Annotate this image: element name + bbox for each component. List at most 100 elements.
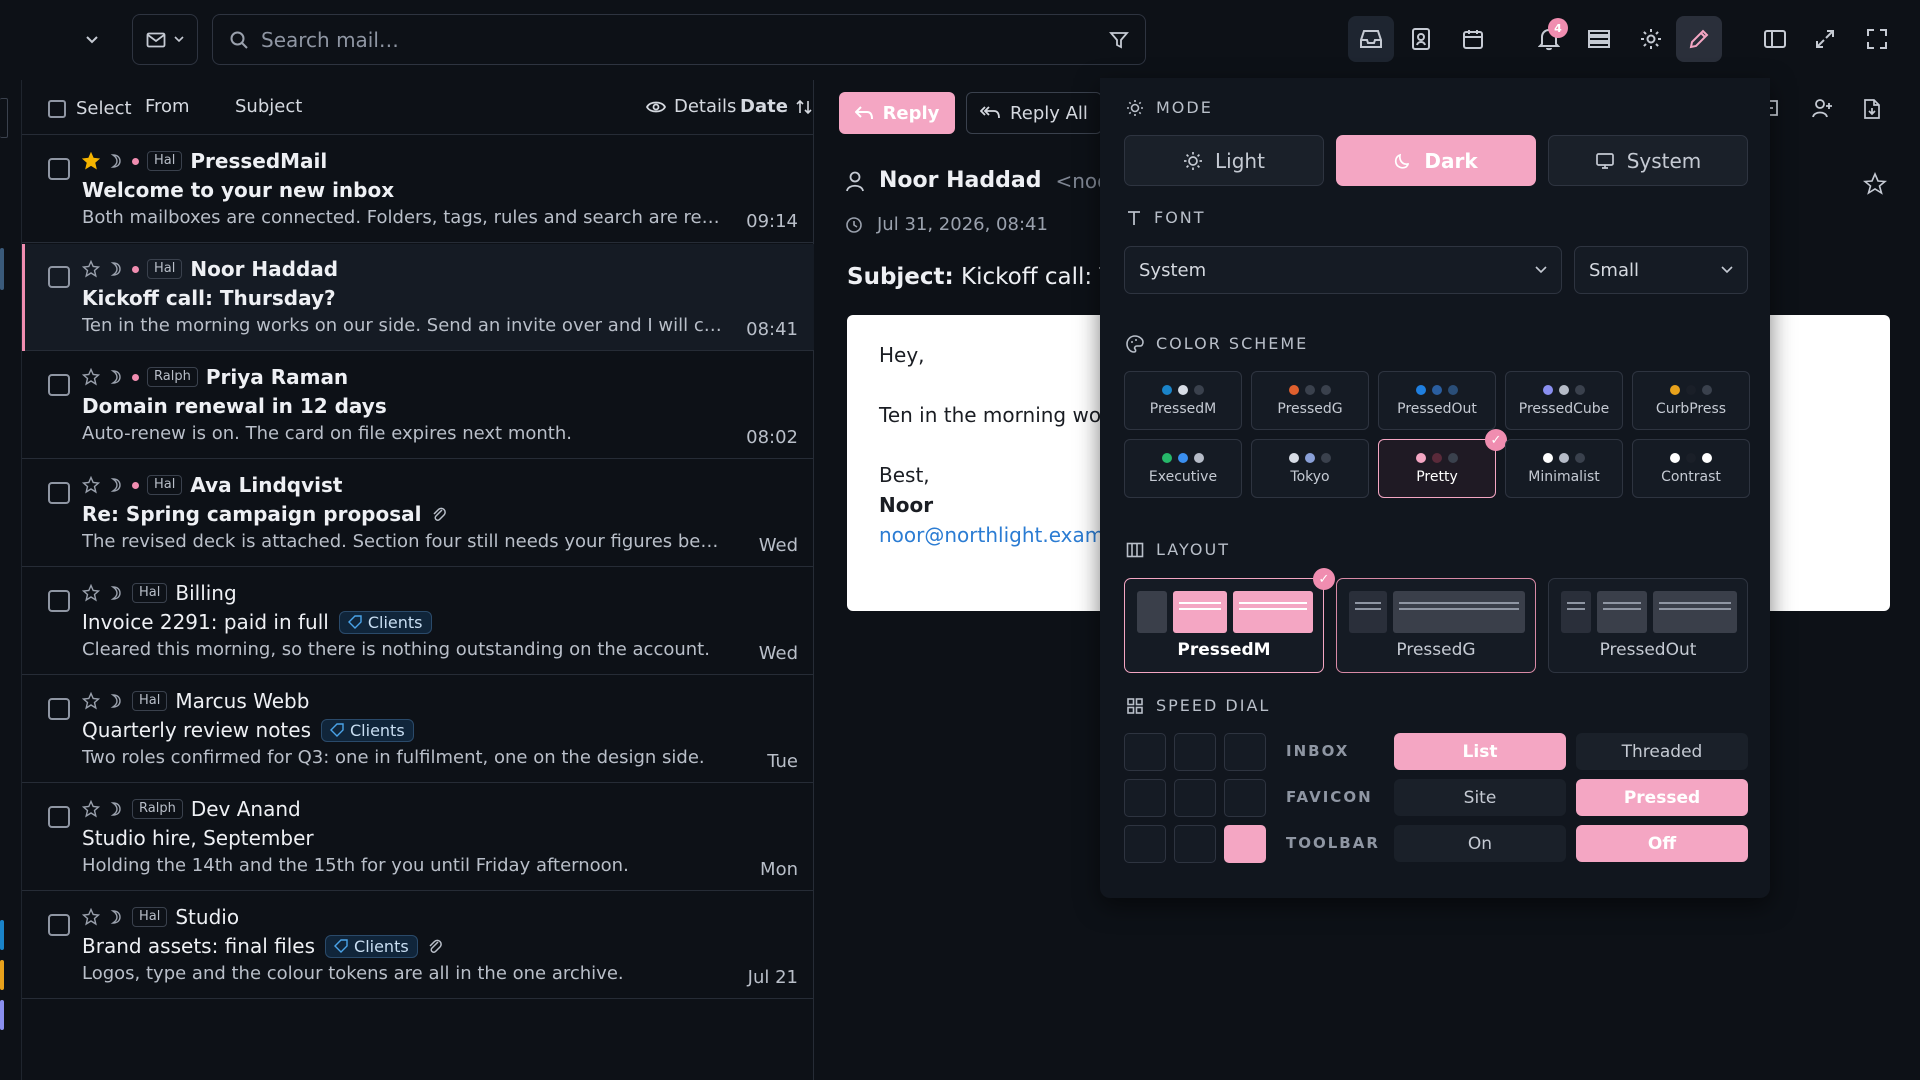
- color-scheme-option[interactable]: PressedG: [1251, 371, 1369, 430]
- reply-all-button[interactable]: Reply All: [966, 92, 1102, 134]
- speed-dial-slot[interactable]: [1224, 779, 1266, 817]
- filter-icon[interactable]: [1109, 30, 1129, 50]
- row-checkbox[interactable]: [48, 590, 70, 612]
- layout-option[interactable]: PressedG: [1336, 578, 1536, 673]
- select-all-checkbox[interactable]: [48, 99, 66, 118]
- settings-button[interactable]: [1628, 16, 1674, 62]
- speed-dial-toolbar-option[interactable]: On: [1394, 825, 1566, 862]
- message-row[interactable]: Hal PressedMail Welcome to your new inbox B…: [22, 136, 814, 243]
- star-icon[interactable]: [82, 260, 100, 278]
- speed-dial-slot[interactable]: [1124, 779, 1166, 817]
- row-checkbox[interactable]: [48, 806, 70, 828]
- speed-dial-favicon-option[interactable]: Site: [1394, 779, 1566, 816]
- speed-dial-toolbar-option[interactable]: Off: [1576, 825, 1748, 862]
- speed-dial-slot[interactable]: [1174, 779, 1216, 817]
- message-row[interactable]: Hal Studio Brand assets: final files Client…: [22, 892, 814, 999]
- tag-badge[interactable]: Clients: [338, 610, 432, 634]
- star-icon[interactable]: [82, 368, 100, 386]
- message-row[interactable]: Ralph Priya Raman Domain renewal in 12 day…: [22, 352, 814, 459]
- speed-dial-slot[interactable]: [1224, 733, 1266, 771]
- add-contact-icon[interactable]: [1812, 98, 1834, 118]
- rail-item[interactable]: [0, 248, 4, 290]
- speed-dial-slot[interactable]: [1224, 825, 1266, 863]
- speed-dial-slot[interactable]: [1174, 733, 1216, 771]
- star-icon[interactable]: [82, 152, 100, 170]
- snooze-icon[interactable]: [108, 260, 124, 278]
- row-checkbox[interactable]: [48, 698, 70, 720]
- sort-date[interactable]: Date: [740, 96, 812, 117]
- rail-item[interactable]: [0, 98, 8, 138]
- speed-dial-slot[interactable]: [1174, 825, 1216, 863]
- snooze-icon[interactable]: [108, 368, 124, 386]
- export-icon[interactable]: [1863, 98, 1881, 120]
- snooze-icon[interactable]: [108, 476, 124, 494]
- font-size-select[interactable]: Small: [1574, 246, 1748, 294]
- message-row[interactable]: Hal Marcus Webb Quarterly review notes Clie…: [22, 676, 814, 783]
- font-family-select[interactable]: System: [1124, 246, 1562, 294]
- layout-option[interactable]: PressedOut: [1548, 578, 1748, 673]
- notifications-button[interactable]: 4: [1526, 16, 1572, 62]
- message-row[interactable]: Ralph Dev Anand Studio hire, September Hold…: [22, 784, 814, 891]
- star-icon[interactable]: [82, 908, 100, 926]
- message-row[interactable]: Hal Noor Haddad Kickoff call: Thursday? Ten…: [22, 244, 814, 351]
- expand-button[interactable]: [1802, 16, 1848, 62]
- account-switcher[interactable]: [80, 30, 104, 50]
- color-scheme-option[interactable]: Executive: [1124, 439, 1242, 498]
- color-scheme-option[interactable]: PressedCube: [1505, 371, 1623, 430]
- mode-system-button[interactable]: System: [1548, 135, 1748, 186]
- tag-badge[interactable]: Clients: [325, 934, 418, 958]
- layout-option[interactable]: PressedM: [1124, 578, 1324, 673]
- account-badge: Ralph: [132, 799, 183, 819]
- row-checkbox[interactable]: [48, 266, 70, 288]
- snooze-icon[interactable]: [108, 800, 124, 818]
- color-scheme-option[interactable]: PressedM: [1124, 371, 1242, 430]
- rail-item[interactable]: [0, 960, 4, 990]
- rail-item[interactable]: [0, 920, 4, 950]
- search-input[interactable]: [261, 27, 1109, 52]
- fullscreen-button[interactable]: [1854, 16, 1900, 62]
- snooze-icon[interactable]: [108, 584, 124, 602]
- row-checkbox[interactable]: [48, 482, 70, 504]
- snooze-icon[interactable]: [108, 692, 124, 710]
- select-all[interactable]: Select: [48, 98, 132, 119]
- details-toggle[interactable]: Details: [646, 96, 736, 117]
- star-icon[interactable]: [1863, 172, 1887, 196]
- speed-dial-inbox-option[interactable]: Threaded: [1576, 733, 1748, 770]
- snooze-icon[interactable]: [108, 908, 124, 926]
- speed-dial-slot[interactable]: [1124, 825, 1166, 863]
- speed-dial-slot[interactable]: [1124, 733, 1166, 771]
- sort-from[interactable]: From: [145, 96, 190, 117]
- row-checkbox[interactable]: [48, 158, 70, 180]
- color-scheme-option[interactable]: Tokyo: [1251, 439, 1369, 498]
- speed-dial-favicon-option[interactable]: Pressed: [1576, 779, 1748, 816]
- star-icon[interactable]: [82, 800, 100, 818]
- star-icon[interactable]: [82, 476, 100, 494]
- appearance-button[interactable]: [1676, 16, 1722, 62]
- row-checkbox[interactable]: [48, 374, 70, 396]
- color-scheme-option[interactable]: CurbPress: [1632, 371, 1750, 430]
- message-row[interactable]: Hal Billing Invoice 2291: paid in full Clie…: [22, 568, 814, 675]
- star-icon[interactable]: [82, 692, 100, 710]
- message-row[interactable]: Hal Ava Lindqvist Re: Spring campaign prop…: [22, 460, 814, 567]
- sidebar-toggle-button[interactable]: [1752, 16, 1798, 62]
- row-checkbox[interactable]: [48, 914, 70, 936]
- tag-badge[interactable]: Clients: [321, 718, 414, 742]
- color-scheme-option[interactable]: Pretty: [1378, 439, 1496, 498]
- mailbox-selector[interactable]: [132, 14, 198, 65]
- reply-button[interactable]: Reply: [839, 92, 955, 134]
- inbox-button[interactable]: [1348, 16, 1394, 62]
- mode-light-button[interactable]: Light: [1124, 135, 1324, 186]
- contacts-button[interactable]: [1398, 16, 1444, 62]
- color-scheme-option[interactable]: Contrast: [1632, 439, 1750, 498]
- snooze-icon[interactable]: [108, 152, 124, 170]
- sort-subject[interactable]: Subject: [235, 96, 302, 117]
- subject-line: Studio hire, September: [82, 826, 314, 850]
- color-scheme-option[interactable]: PressedOut: [1378, 371, 1496, 430]
- speed-dial-inbox-option[interactable]: List: [1394, 733, 1566, 770]
- rail-item[interactable]: [0, 1000, 4, 1030]
- density-button[interactable]: [1576, 16, 1622, 62]
- star-icon[interactable]: [82, 584, 100, 602]
- calendar-button[interactable]: [1450, 16, 1496, 62]
- color-scheme-option[interactable]: Minimalist: [1505, 439, 1623, 498]
- mode-dark-button[interactable]: Dark: [1336, 135, 1536, 186]
